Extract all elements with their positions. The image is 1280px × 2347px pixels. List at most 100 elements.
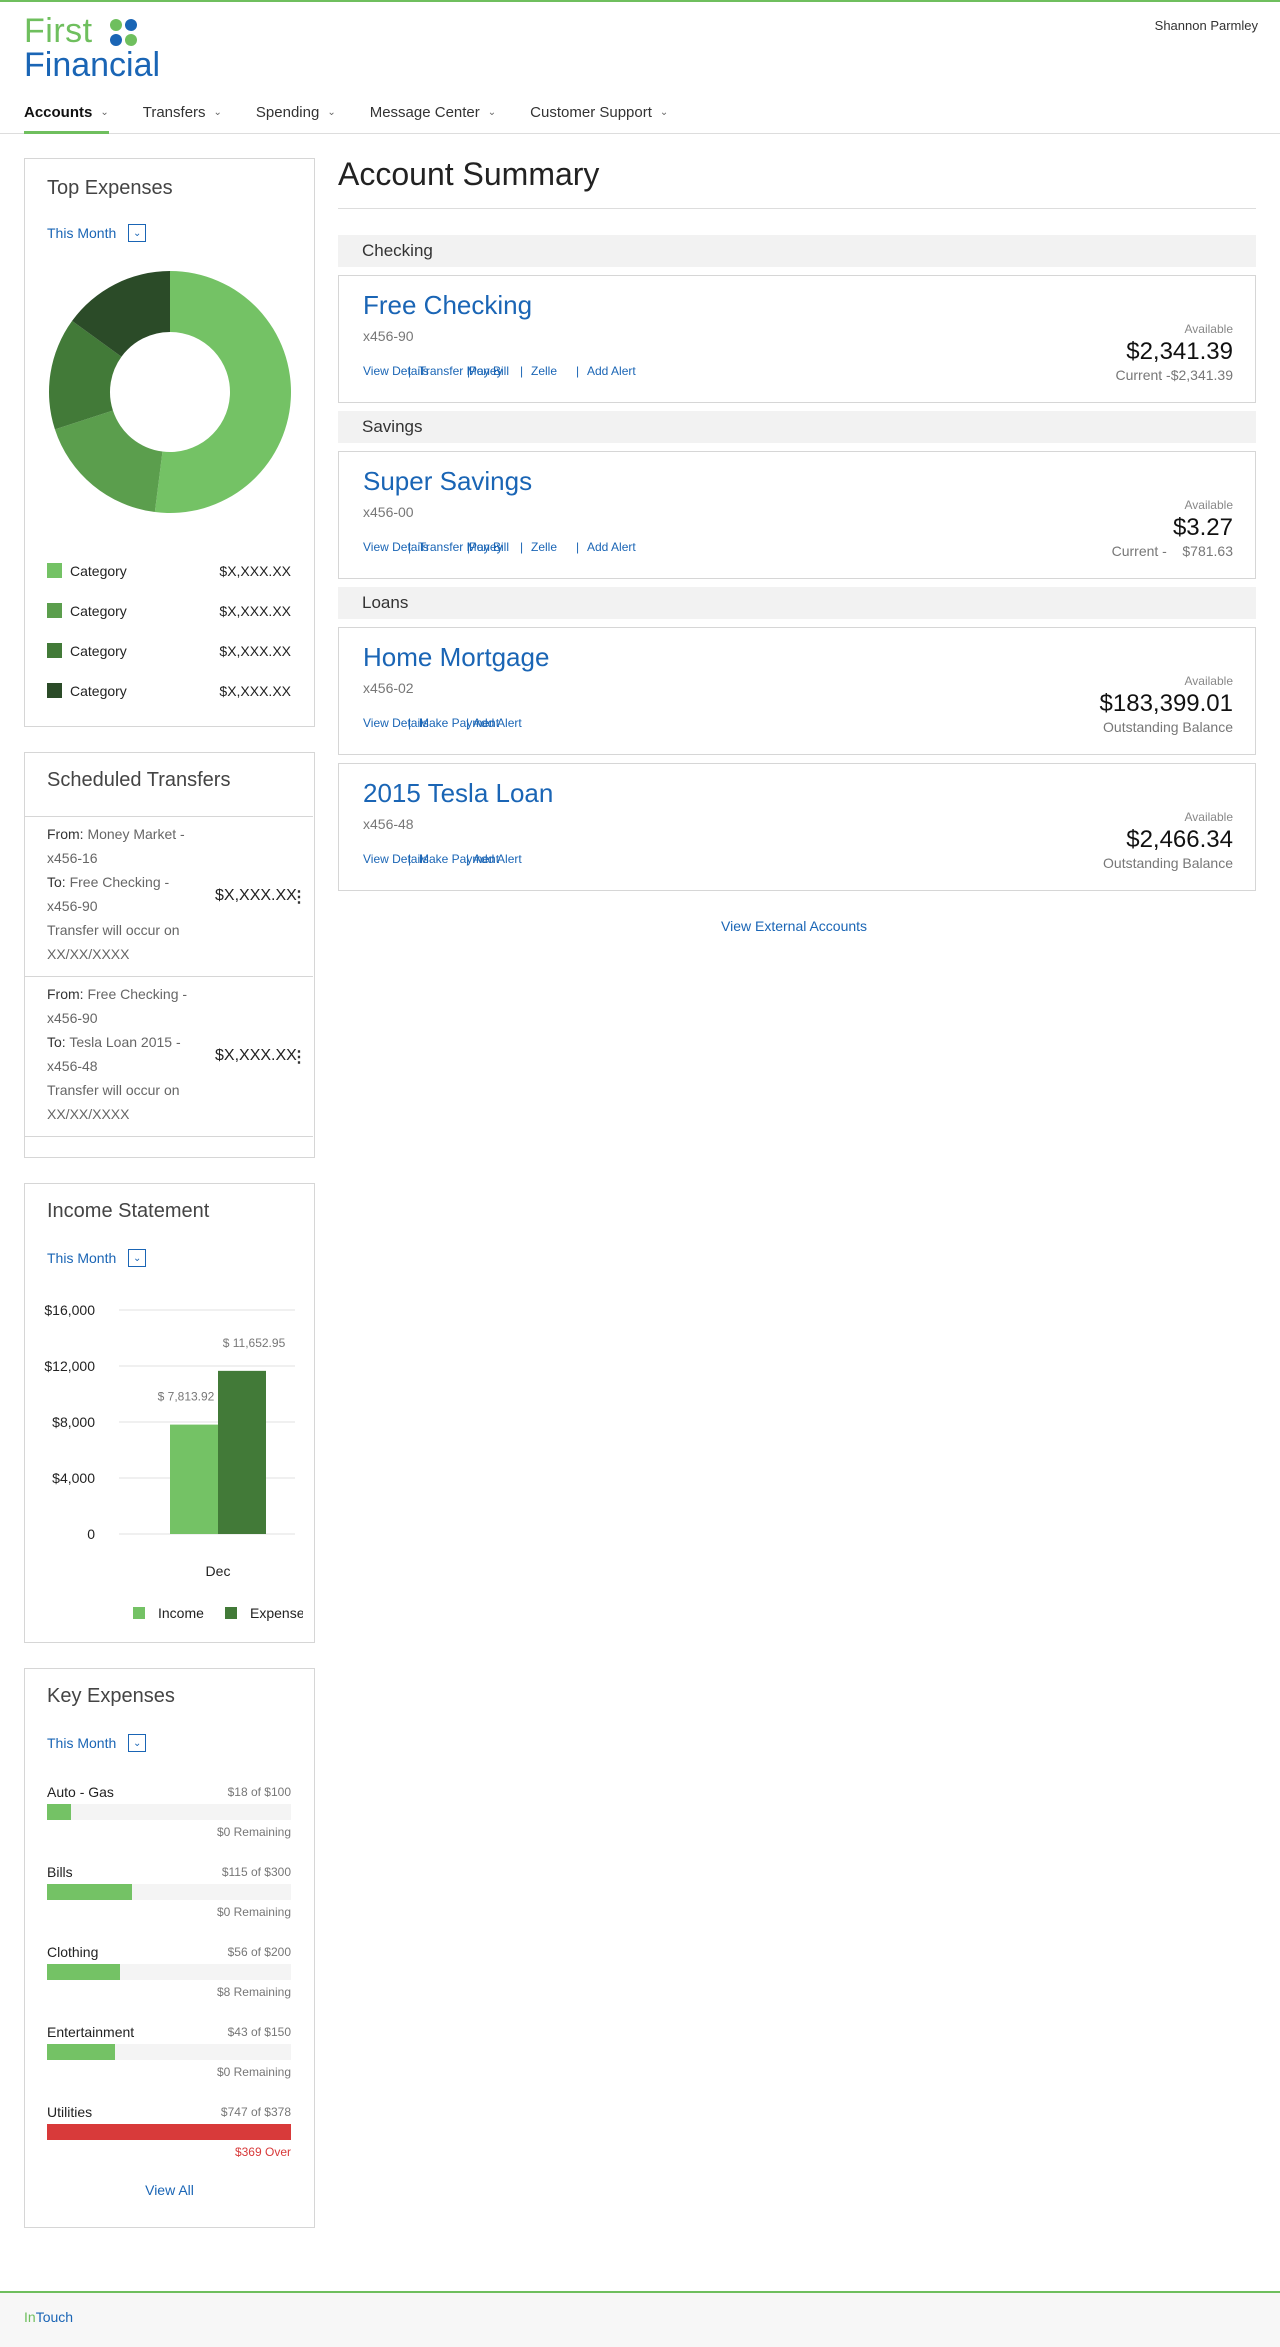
logo-dots-icon <box>110 19 140 49</box>
site-footer: InTouch <box>0 2291 1280 2347</box>
account-action-link[interactable]: Add Alert <box>473 852 522 866</box>
expense-name: Entertainment <box>47 2024 135 2040</box>
chevron-down-icon: ⌄ <box>213 107 222 118</box>
link-separator: | <box>576 364 580 378</box>
account-number: x456-02 <box>363 680 414 696</box>
chevron-down-icon: ⌄ <box>327 107 336 118</box>
available-label: Available <box>1184 810 1233 824</box>
expense-remaining: $0 Remaining <box>216 1825 291 1839</box>
account-action-link[interactable]: Zelle <box>531 540 557 554</box>
transfer-note: Transfer will occur on XX/XX/XXXX <box>47 1082 180 1122</box>
donut-slice[interactable] <box>54 410 163 513</box>
account-action-link[interactable]: Zelle <box>531 364 557 378</box>
x-category-label: Dec <box>206 1563 231 1579</box>
expense-remaining: $0 Remaining <box>216 2065 291 2079</box>
expense-name: Auto - Gas <box>47 1784 114 1800</box>
transfer-amount: $X,XXX.XX <box>215 1047 297 1064</box>
donut-slice[interactable] <box>154 271 291 513</box>
budget-progress-track <box>47 1804 291 1820</box>
nav-label: Customer Support <box>530 104 652 121</box>
nav-spending[interactable]: Spending ⌄ <box>256 104 336 134</box>
account-actions: View Details Transfer Money Pay Bill Zelle A… <box>363 364 683 380</box>
account-action-link[interactable]: Add Alert <box>587 540 636 554</box>
account-action-link[interactable]: Pay Bill <box>469 540 509 554</box>
nav-label: Spending <box>255 104 320 121</box>
view-all-link[interactable]: View All <box>25 2182 314 2198</box>
to-label: To: <box>47 874 66 890</box>
first-financial-logo[interactable]: First Financial <box>24 12 160 84</box>
main-nav: Accounts ⌄ Transfers ⌄ Spending ⌄ Message C… <box>24 104 702 134</box>
period-select[interactable]: This Month ⌄ <box>47 224 147 242</box>
account-name-link[interactable]: Home Mortgage <box>363 642 549 673</box>
account-card[interactable]: Super Savings x456-00 View Details Transf… <box>338 451 1256 579</box>
logo-rest: Touch <box>35 2309 74 2325</box>
legend-swatch <box>133 1607 145 1619</box>
account-card[interactable]: Free Checking x456-90 View Details Transf… <box>338 275 1256 403</box>
account-number: x456-48 <box>363 816 414 832</box>
account-name-link[interactable]: Super Savings <box>363 466 532 497</box>
account-card[interactable]: 2015 Tesla Loan x456-48 View Details Make… <box>338 763 1256 891</box>
expense-name: Bills <box>47 1864 73 1880</box>
income-statement-bar-chart: $16,000 $12,000 $8,000 $4,000 0 $ 7,813.92 $ 1… <box>44 1302 303 1621</box>
y-tick-label: $4,000 <box>52 1470 95 1486</box>
link-separator: | <box>408 716 412 730</box>
account-action-link[interactable]: Add Alert <box>587 364 636 378</box>
expense-remaining: $0 Remaining <box>216 1905 291 1919</box>
bar-income[interactable] <box>170 1424 218 1534</box>
section-header-savings: Savings <box>338 411 1256 443</box>
link-separator: | <box>408 852 412 866</box>
account-name-link[interactable]: 2015 Tesla Loan <box>363 778 553 809</box>
budget-progress-fill <box>47 2124 291 2140</box>
key-expense-row[interactable]: Clothing $56 of $200 $8 Remaining <box>47 1944 291 2002</box>
from-label: From: <box>47 986 84 1002</box>
balance-subtext: Current - $781.63 <box>1111 543 1233 559</box>
chevron-down-icon: ⌄ <box>100 107 109 118</box>
budget-progress-track <box>47 1884 291 1900</box>
key-expense-row[interactable]: Bills $115 of $300 $0 Remaining <box>47 1864 291 1922</box>
account-card[interactable]: Home Mortgage x456-02 View Details Make P… <box>338 627 1256 755</box>
page-title: Account Summary <box>338 156 600 192</box>
account-action-link[interactable]: Pay Bill <box>469 364 509 378</box>
nav-message-center[interactable]: Message Center ⌄ <box>370 104 496 134</box>
transfer-note: Transfer will occur on XX/XX/XXXX <box>47 922 180 962</box>
key-expense-row[interactable]: Utilities $747 of $378 $369 Over <box>47 2104 291 2162</box>
legend-row: Category $X,XXX.XX <box>47 681 291 701</box>
more-options-icon[interactable]: ⋮ <box>291 887 307 907</box>
scheduled-transfer-item[interactable]: From: Free Checking -x456-90 To: Tesla L… <box>25 976 313 1136</box>
period-select[interactable]: This Month ⌄ <box>47 1249 147 1267</box>
bar-data-label: $ 11,652.95 <box>223 1336 286 1350</box>
key-expense-row[interactable]: Auto - Gas $18 of $100 $0 Remaining <box>47 1784 291 1842</box>
period-label: This Month <box>47 225 117 241</box>
expense-name: Clothing <box>47 1944 99 1960</box>
link-separator: | <box>520 364 524 378</box>
transfer-details: From: Free Checking -x456-90 To: Tesla L… <box>47 982 197 1126</box>
to-account: Tesla Loan 2015 - x456-48 <box>47 1034 181 1074</box>
intouch-logo: InTouch <box>24 2309 73 2325</box>
account-actions: View Details Make Payment Add Alert | | <box>363 852 683 868</box>
view-external-accounts-link[interactable]: View External Accounts <box>721 918 867 934</box>
user-name-menu[interactable]: Shannon Parmley <box>1155 18 1258 33</box>
legend-label: Category <box>70 683 127 699</box>
nav-accounts[interactable]: Accounts ⌄ <box>24 104 109 134</box>
period-select[interactable]: This Month ⌄ <box>47 1734 147 1752</box>
account-balance: $3.27 <box>1172 514 1233 541</box>
link-separator: | <box>408 540 412 554</box>
account-name-link[interactable]: Free Checking <box>363 290 532 321</box>
bar-expenses[interactable] <box>218 1370 266 1534</box>
balance-subtext: Outstanding Balance <box>1103 719 1233 735</box>
card-title: Top Expenses <box>47 177 173 199</box>
nav-customer-support[interactable]: Customer Support ⌄ <box>530 104 668 134</box>
key-expense-row[interactable]: Entertainment $43 of $150 $0 Remaining <box>47 2024 291 2082</box>
account-action-link[interactable]: Add Alert <box>473 716 522 730</box>
more-options-icon[interactable]: ⋮ <box>291 1047 307 1067</box>
legend-label: Category <box>70 563 127 579</box>
period-label: This Month <box>47 1250 117 1266</box>
nav-transfers[interactable]: Transfers ⌄ <box>143 104 222 134</box>
link-separator: | <box>520 540 524 554</box>
available-label: Available <box>1184 498 1233 512</box>
legend-row: Category $X,XXX.XX <box>47 601 291 621</box>
account-number: x456-90 <box>363 328 414 344</box>
scheduled-transfer-item[interactable]: From: Money Market - x456-16 To: Free Ch… <box>25 816 313 976</box>
y-tick-label: $8,000 <box>52 1414 95 1430</box>
list-footer-divider <box>25 1136 313 1158</box>
